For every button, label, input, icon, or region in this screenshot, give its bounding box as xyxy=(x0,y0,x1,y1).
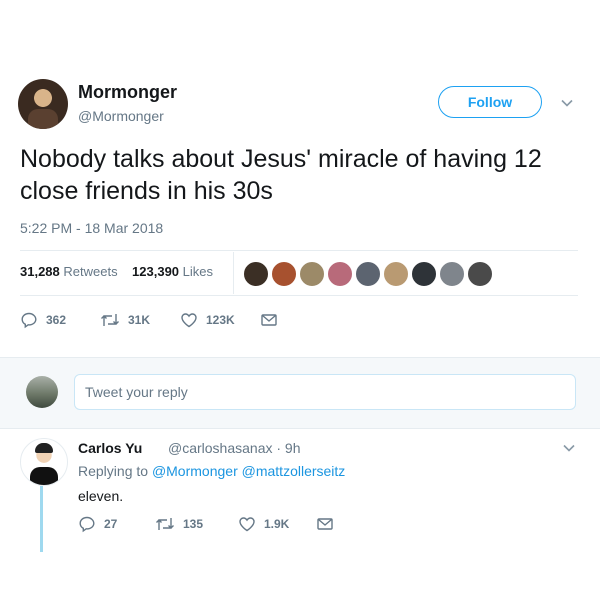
mention-link[interactable]: @mattzollerseitz xyxy=(242,463,346,479)
replying-to: Replying to @Mormonger @mattzollerseitz xyxy=(78,463,346,479)
liker-avatar[interactable] xyxy=(383,261,409,287)
reply-author-avatar[interactable] xyxy=(20,438,68,486)
message-button[interactable] xyxy=(260,311,278,329)
tweet-stats: 31,288 Retweets 123,390 Likes xyxy=(20,264,213,279)
likes-stat[interactable]: 123,390 Likes xyxy=(132,264,213,279)
retweet-button[interactable]: 31K xyxy=(100,311,150,329)
liker-avatar[interactable] xyxy=(243,261,269,287)
follow-button[interactable]: Follow xyxy=(438,86,542,118)
liker-avatar[interactable] xyxy=(355,261,381,287)
reply-like-button[interactable]: 1.9K xyxy=(238,515,289,533)
reply-retweet-button[interactable]: 135 xyxy=(155,515,203,533)
like-icon xyxy=(238,515,256,533)
liker-avatar[interactable] xyxy=(299,261,325,287)
reply-icon xyxy=(20,311,38,329)
message-icon xyxy=(316,515,334,533)
retweet-icon xyxy=(100,311,120,329)
reply-reply-button[interactable]: 27 xyxy=(78,515,117,533)
like-icon xyxy=(180,311,198,329)
like-button[interactable]: 123K xyxy=(180,311,235,329)
retweet-icon xyxy=(155,515,175,533)
thread-line xyxy=(40,486,43,552)
reply-author-meta[interactable]: @carloshasanax · 9h xyxy=(168,440,301,456)
mention-link[interactable]: @Mormonger xyxy=(152,463,238,479)
divider xyxy=(20,250,578,251)
liker-avatar[interactable] xyxy=(439,261,465,287)
reply-button[interactable]: 362 xyxy=(20,311,66,329)
stats-separator xyxy=(233,252,234,294)
reply-author-name[interactable]: Carlos Yu xyxy=(78,440,142,456)
chevron-down-icon[interactable] xyxy=(562,441,576,460)
tweet-text: Nobody talks about Jesus' miracle of hav… xyxy=(20,145,542,205)
reply-message-button[interactable] xyxy=(316,515,334,533)
author-avatar[interactable] xyxy=(18,79,68,129)
chevron-down-icon[interactable] xyxy=(560,96,574,115)
liker-avatar[interactable] xyxy=(411,261,437,287)
author-name[interactable]: Mormonger xyxy=(78,82,177,103)
reply-input[interactable]: Tweet your reply xyxy=(74,374,576,410)
retweets-stat[interactable]: 31,288 Retweets xyxy=(20,264,118,279)
divider xyxy=(20,295,578,296)
author-handle[interactable]: @Mormonger xyxy=(78,108,164,124)
message-icon xyxy=(260,311,278,329)
reply-text: eleven. xyxy=(78,488,124,504)
tweet-timestamp[interactable]: 5:22 PM - 18 Mar 2018 xyxy=(20,220,163,236)
liker-avatar[interactable] xyxy=(327,261,353,287)
current-user-avatar xyxy=(26,376,58,408)
reply-icon xyxy=(78,515,96,533)
liker-avatar[interactable] xyxy=(467,261,493,287)
liker-avatar[interactable] xyxy=(271,261,297,287)
